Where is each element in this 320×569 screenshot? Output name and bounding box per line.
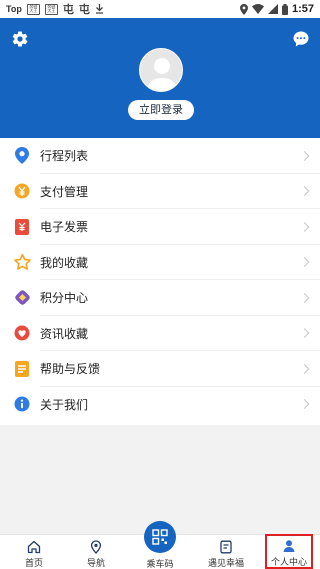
invoice-icon (13, 218, 31, 236)
login-button[interactable]: 立即登录 (128, 100, 194, 120)
menu-item-label: 行程列表 (40, 149, 89, 164)
menu-item-label: 关于我们 (40, 397, 89, 412)
menu-item-label: 电子发票 (40, 220, 89, 235)
menu-item-label: 资讯收藏 (40, 326, 89, 341)
feedback-icon (13, 360, 31, 378)
location-icon (239, 3, 248, 15)
location-pin-icon (13, 147, 31, 165)
status-time: 1:57 (291, 3, 314, 15)
chevron-right-icon (299, 399, 310, 410)
chevron-right-icon (299, 257, 310, 268)
status-app-label: Top (6, 4, 22, 14)
status-bar: Top 奔驰大王 奔驰大王 屯 屯 1:57 (0, 0, 320, 18)
chevron-right-icon (299, 221, 310, 232)
battery-icon (281, 3, 288, 15)
nav-meet-happiness[interactable]: 遇见幸福 (201, 535, 251, 569)
ride-code-button[interactable] (144, 521, 176, 553)
yen-coin-icon (13, 182, 31, 200)
menu-item-about[interactable]: 关于我们 (0, 387, 320, 423)
menu-item-help-feedback[interactable]: 帮助与反馈 (0, 351, 320, 387)
avatar[interactable] (139, 48, 183, 92)
chevron-right-icon (299, 292, 310, 303)
menu-item-points[interactable]: 积分中心 (0, 280, 320, 316)
profile-header: 立即登录 (0, 18, 320, 138)
menu-item-label: 帮助与反馈 (40, 362, 101, 377)
nav-label: 首页 (24, 558, 43, 568)
document-icon (220, 540, 232, 554)
status-notification-icon: 屯 (78, 4, 90, 16)
menu-item-trips[interactable]: 行程列表 (0, 138, 320, 174)
nav-label: 个人中心 (270, 557, 307, 567)
user-icon (283, 540, 295, 552)
heart-icon (13, 324, 31, 342)
chevron-right-icon (299, 328, 310, 339)
home-icon (27, 540, 41, 554)
download-icon (95, 4, 103, 14)
chevron-right-icon (299, 363, 310, 374)
menu-item-label: 积分中心 (40, 291, 89, 306)
info-icon (13, 395, 31, 413)
message-icon[interactable] (292, 30, 310, 48)
nav-label: 乘车码 (146, 559, 174, 569)
nav-profile[interactable]: 个人中心 (265, 534, 313, 569)
signal-icon (267, 4, 278, 14)
nav-label: 导航 (86, 558, 105, 568)
menu-item-payment[interactable]: 支付管理 (0, 174, 320, 210)
diamond-icon (13, 289, 31, 307)
status-notification-icon: 奔驰大王 (44, 3, 58, 15)
menu-item-favorites[interactable]: 我的收藏 (0, 245, 320, 281)
qr-code-icon (152, 529, 168, 545)
chevron-right-icon (299, 150, 310, 161)
menu-item-label: 支付管理 (40, 184, 89, 199)
gear-icon[interactable] (11, 30, 29, 48)
status-notification-icon: 奔驰大王 (26, 3, 40, 15)
bottom-nav: 首页 导航 乘车码 遇见幸福 个人中心 (0, 521, 320, 569)
navigation-pin-icon (90, 540, 102, 554)
menu-item-news-favorites[interactable]: 资讯收藏 (0, 316, 320, 352)
chevron-right-icon (299, 186, 310, 197)
nav-home[interactable]: 首页 (9, 535, 59, 569)
nav-navigation[interactable]: 导航 (71, 535, 121, 569)
user-silhouette-icon (146, 58, 178, 91)
status-notification-icon: 屯 (62, 4, 74, 16)
nav-label: 遇见幸福 (207, 558, 244, 568)
menu-item-invoice[interactable]: 电子发票 (0, 209, 320, 245)
menu-item-label: 我的收藏 (40, 255, 89, 270)
profile-menu: 行程列表 支付管理 电子发票 我的收藏 积分中心 资讯收藏 帮助与反馈 关于我们 (0, 138, 320, 425)
star-icon (13, 253, 31, 271)
wifi-icon (251, 4, 264, 14)
